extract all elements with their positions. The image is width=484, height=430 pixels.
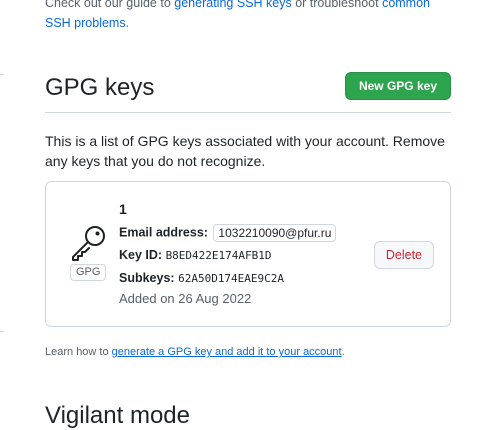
key-id-value: B8ED422E174AFB1D (165, 249, 272, 262)
ssh-help-text: or troubleshoot (295, 0, 379, 10)
key-name: 1 (119, 201, 127, 217)
learn-more-note: Learn how to generate a GPG key and add … (45, 346, 345, 358)
gpg-key-item: GPG 1 Email address: 1032210090@pfur.ru … (45, 181, 451, 327)
left-edge-mark (0, 331, 4, 332)
vigilant-mode-title: Vigilant mode (45, 402, 190, 429)
ssh-help-text: Check out our guide to (45, 0, 171, 10)
subkeys-row: Subkeys: 62A50D174EAE9C2A (119, 271, 284, 285)
gpg-keys-title: GPG keys (45, 74, 155, 101)
delete-key-button[interactable]: Delete (373, 241, 434, 269)
subkeys-label: Subkeys: (119, 271, 175, 285)
learn-more-text: . (341, 346, 345, 358)
left-edge-mark (0, 74, 4, 75)
new-gpg-key-button[interactable]: New GPG key (344, 72, 451, 100)
subkeys-value: 62A50D174EAE9C2A (178, 272, 285, 285)
learn-more-text: Learn how to (45, 346, 109, 358)
ssh-help-note: Check out our guide to generating SSH ke… (45, 0, 455, 33)
gpg-keys-header: GPG keys New GPG key (45, 72, 451, 113)
email-value: 1032210090@pfur.ru (213, 224, 337, 242)
email-row: Email address: 1032210090@pfur.ru (119, 224, 337, 242)
key-icon (72, 226, 105, 261)
gpg-badge: GPG (70, 264, 107, 281)
gpg-keys-intro: This is a list of GPG keys associated wi… (45, 133, 445, 169)
key-id-label: Key ID: (119, 248, 163, 262)
key-id-row: Key ID: B8ED422E174AFB1D (119, 248, 272, 262)
generate-gpg-key-link[interactable]: generate a GPG key and add it to your ac… (112, 346, 342, 358)
generating-ssh-keys-link[interactable]: generating SSH keys (174, 0, 291, 10)
ssh-help-text: . (125, 16, 130, 30)
email-label: Email address: (119, 225, 208, 240)
added-date: Added on 26 Aug 2022 (119, 291, 252, 306)
